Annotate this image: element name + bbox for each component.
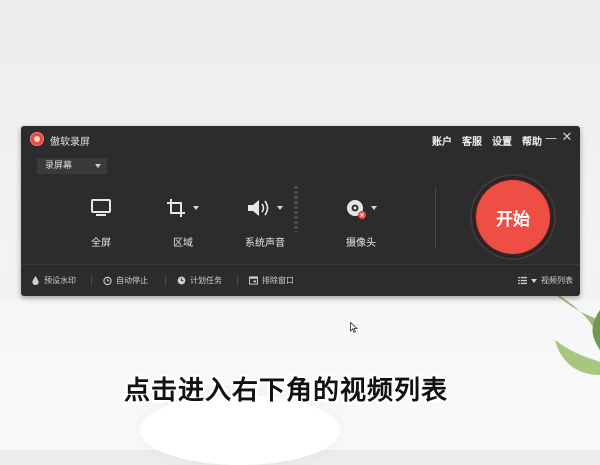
- region-chevron-down-icon[interactable]: [193, 206, 199, 210]
- camera-button[interactable]: 摄像头: [331, 198, 391, 249]
- fullscreen-button[interactable]: 全屏: [71, 198, 131, 249]
- bottom-toolbar: 预设水印 自动停止 计划任务 排除窗口 视频列表: [21, 265, 580, 296]
- menu-help[interactable]: 帮助: [522, 133, 542, 148]
- region-button[interactable]: 区域: [153, 198, 213, 249]
- droplet-icon: [32, 276, 39, 285]
- toolbar-separator: [165, 275, 166, 286]
- exclude-window-label: 排除窗口: [262, 276, 294, 285]
- close-button[interactable]: ✕: [560, 131, 574, 145]
- video-subtitle: 点击进入右下角的视频列表: [124, 376, 449, 406]
- recorder-window: 傲软录屏 账户 客服 设置 帮助 — ✕ 录屏幕 全屏 区域 系统声音 摄像头 …: [21, 126, 580, 296]
- speaker-icon: [248, 200, 269, 216]
- window-exclude-icon: [249, 276, 258, 285]
- mouse-cursor-icon: [350, 322, 358, 333]
- camera-chevron-down-icon[interactable]: [371, 206, 377, 210]
- vertical-divider: [435, 188, 436, 248]
- audio-chevron-down-icon[interactable]: [277, 206, 283, 210]
- minimize-button[interactable]: —: [544, 131, 558, 145]
- schedule-task-button[interactable]: 计划任务: [177, 275, 222, 286]
- title-bar: 傲软录屏 账户 客服 设置 帮助 — ✕: [21, 126, 580, 152]
- video-list-label: 视频列表: [541, 276, 573, 285]
- menu-settings[interactable]: 设置: [492, 133, 512, 148]
- toolbar-separator: [237, 275, 238, 286]
- crop-icon: [167, 199, 185, 217]
- exclude-window-button[interactable]: 排除窗口: [249, 275, 294, 286]
- stopwatch-icon: [103, 276, 112, 285]
- chevron-down-icon: [95, 164, 101, 168]
- watermark-button[interactable]: 预设水印: [31, 275, 76, 286]
- fullscreen-label: 全屏: [91, 238, 111, 249]
- record-mode-value: 录屏幕: [45, 161, 73, 171]
- video-list-chevron-down-icon: [531, 278, 537, 283]
- watermark-label: 预设水印: [44, 276, 76, 285]
- menu-account[interactable]: 账户: [432, 133, 452, 148]
- start-record-button[interactable]: 开始: [476, 180, 550, 254]
- toolbar-separator: [91, 275, 92, 286]
- app-logo-icon: [30, 132, 44, 146]
- region-label: 区域: [173, 238, 193, 249]
- record-mode-dropdown[interactable]: 录屏幕: [37, 158, 107, 174]
- app-title: 傲软录屏: [50, 137, 90, 148]
- system-audio-button[interactable]: 系统声音: [235, 198, 295, 249]
- video-list-button[interactable]: 视频列表: [518, 275, 573, 286]
- auto-stop-label: 自动停止: [116, 276, 148, 285]
- audio-volume-meter: [294, 186, 298, 232]
- schedule-task-label: 计划任务: [190, 276, 222, 285]
- list-icon: [518, 276, 527, 285]
- webcam-icon: [347, 200, 367, 219]
- menu-support[interactable]: 客服: [462, 133, 482, 148]
- system-audio-label: 系统声音: [245, 238, 285, 249]
- clock-icon: [177, 276, 186, 285]
- auto-stop-button[interactable]: 自动停止: [103, 275, 148, 286]
- top-menu: 账户 客服 设置 帮助: [432, 133, 542, 148]
- camera-label: 摄像头: [346, 238, 376, 249]
- plant-decoration: [540, 280, 600, 375]
- monitor-icon: [91, 199, 111, 216]
